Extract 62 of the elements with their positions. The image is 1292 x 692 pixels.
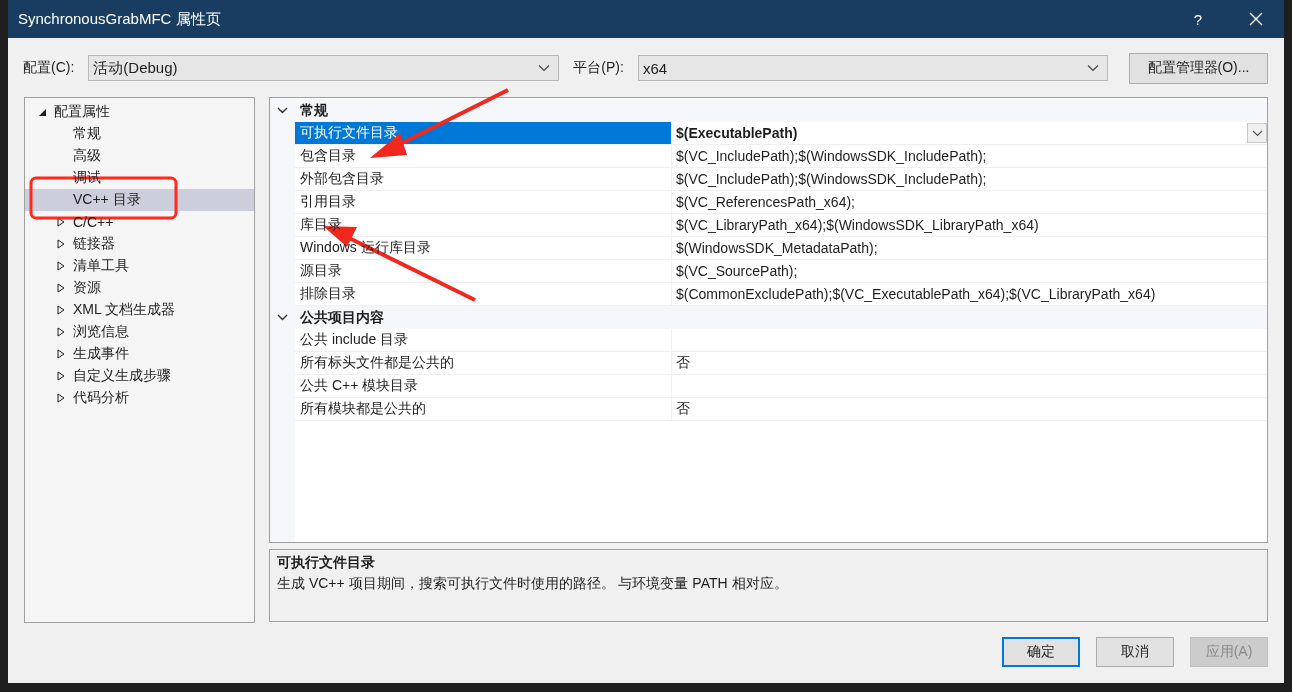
tree-item[interactable]: 配置属性	[25, 101, 254, 123]
ok-button[interactable]: 确定	[1002, 637, 1080, 667]
property-value: 否	[676, 400, 690, 418]
collapsed-triangle-icon	[57, 371, 65, 381]
collapsed-triangle-icon	[57, 217, 65, 227]
configuration-label: 配置(C):	[23, 59, 75, 77]
chevron-icon	[277, 107, 288, 114]
tree-item[interactable]: XML 文档生成器	[25, 299, 254, 321]
tree-item[interactable]: 清单工具	[25, 255, 254, 277]
property-value: $(VC_LibraryPath_x64);$(WindowsSDK_LibraryPath_x64)	[676, 217, 1039, 233]
configuration-manager-button[interactable]: 配置管理器(O)...	[1129, 52, 1268, 84]
chevron-icon	[277, 314, 288, 321]
cancel-button[interactable]: 取消	[1096, 637, 1174, 667]
property-name[interactable]: 公共 include 目录	[295, 329, 671, 352]
description-text: 生成 VC++ 项目期间，搜索可执行文件时使用的路径。 与环境变量 PATH 相对应。	[277, 575, 789, 593]
collapsed-triangle-icon	[57, 349, 65, 359]
window-title: SynchronousGrabMFC 属性页	[17, 9, 222, 29]
tree-item[interactable]: 自定义生成步骤	[25, 365, 254, 387]
empty-value-cell[interactable]	[671, 375, 1267, 398]
collapsed-triangle-icon	[57, 393, 65, 403]
property-name[interactable]: 引用目录	[295, 191, 671, 214]
expanded-triangle-icon	[38, 107, 47, 117]
tree-item[interactable]: 代码分析	[25, 387, 254, 409]
tree-item[interactable]: 浏览信息	[25, 321, 254, 343]
close-icon	[1249, 12, 1263, 26]
collapsed-triangle-icon	[57, 239, 65, 249]
property-value: $(CommonExcludePath);$(VC_ExecutablePath_x64);$(VC_LibraryPath_x64)	[676, 286, 1156, 302]
help-button[interactable]: ?	[1178, 0, 1218, 38]
collapsed-triangle-icon	[57, 261, 65, 271]
collapsed-triangle-icon	[57, 327, 65, 337]
platform-label: 平台(P):	[573, 59, 624, 77]
configuration-dropdown[interactable]: 活动(Debug)	[88, 55, 560, 81]
tree-item[interactable]: VC++ 目录	[25, 189, 254, 211]
property-name[interactable]: 外部包含目录	[295, 168, 671, 191]
property-name[interactable]: 源目录	[295, 260, 671, 283]
property-value: $(VC_IncludePath);$(WindowsSDK_IncludePath);	[676, 171, 987, 187]
property-value: $(VC_ReferencesPath_x64);	[676, 194, 855, 210]
property-name[interactable]: 所有模块都是公共的	[295, 398, 671, 421]
tree-item[interactable]: 调试	[25, 167, 254, 189]
chevron-down-icon	[1086, 64, 1099, 72]
tree-item[interactable]: C/C++	[25, 211, 254, 233]
property-value: $(VC_IncludePath);$(WindowsSDK_IncludePath);	[676, 148, 987, 164]
chevron-down-icon	[1251, 129, 1263, 137]
collapsed-triangle-icon	[57, 305, 65, 315]
tree-item[interactable]: 生成事件	[25, 343, 254, 365]
property-name[interactable]: 可执行文件目录	[295, 122, 671, 145]
property-value: $(VC_SourcePath);	[676, 263, 798, 279]
property-value: $(ExecutablePath)	[676, 125, 798, 141]
platform-dropdown[interactable]: x64	[637, 55, 1108, 81]
tree-item[interactable]: 资源	[25, 277, 254, 299]
value-dropdown-button[interactable]	[1247, 123, 1267, 143]
property-name[interactable]: 公共 C++ 模块目录	[295, 375, 671, 398]
description-title: 可执行文件目录	[277, 554, 376, 572]
collapsed-triangle-icon	[57, 283, 65, 293]
tree-item[interactable]: 常规	[25, 123, 254, 145]
empty-value-cell[interactable]	[671, 329, 1267, 352]
tree-item[interactable]: 高级	[25, 145, 254, 167]
property-value: 否	[676, 354, 690, 372]
property-name[interactable]: 所有标头文件都是公共的	[295, 352, 671, 375]
property-value: $(WindowsSDK_MetadataPath);	[676, 240, 878, 256]
tree-item[interactable]: 链接器	[25, 233, 254, 255]
chevron-down-icon	[538, 64, 551, 72]
